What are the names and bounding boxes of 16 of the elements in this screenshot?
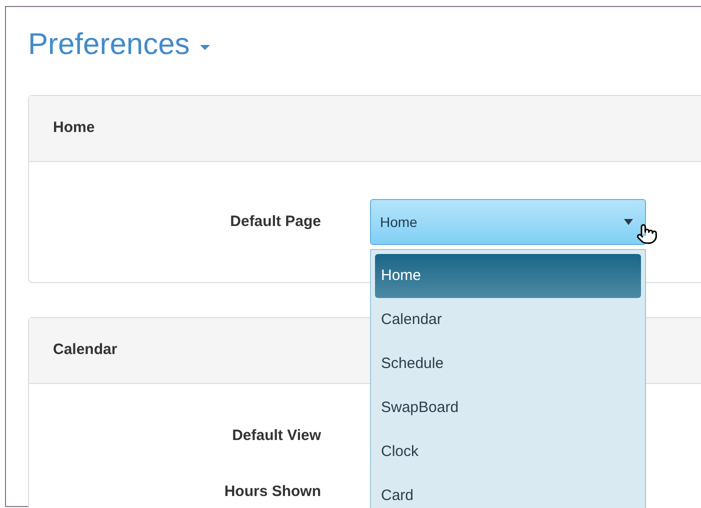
- pointer-cursor-icon: [636, 221, 658, 247]
- panel-heading: Home: [53, 118, 95, 138]
- dropdown-option[interactable]: Home: [375, 254, 641, 298]
- page-title[interactable]: Preferences: [28, 22, 190, 67]
- caret-icon: [624, 219, 633, 225]
- dropdown-select[interactable]: Home: [370, 199, 646, 245]
- panel-heading: Calendar: [53, 340, 118, 360]
- dropdown-option[interactable]: Calendar: [375, 298, 641, 342]
- dropdown-option[interactable]: Clock: [375, 430, 641, 474]
- field-label: Default Page: [229, 212, 322, 232]
- field-label: Default View: [231, 426, 322, 446]
- dropdown-option[interactable]: SwapBoard: [375, 386, 641, 430]
- dropdown-option[interactable]: Card: [375, 474, 641, 508]
- caret-icon[interactable]: [200, 45, 210, 50]
- field-label: Hours Shown: [223, 482, 322, 502]
- dropdown-option[interactable]: Schedule: [375, 342, 641, 386]
